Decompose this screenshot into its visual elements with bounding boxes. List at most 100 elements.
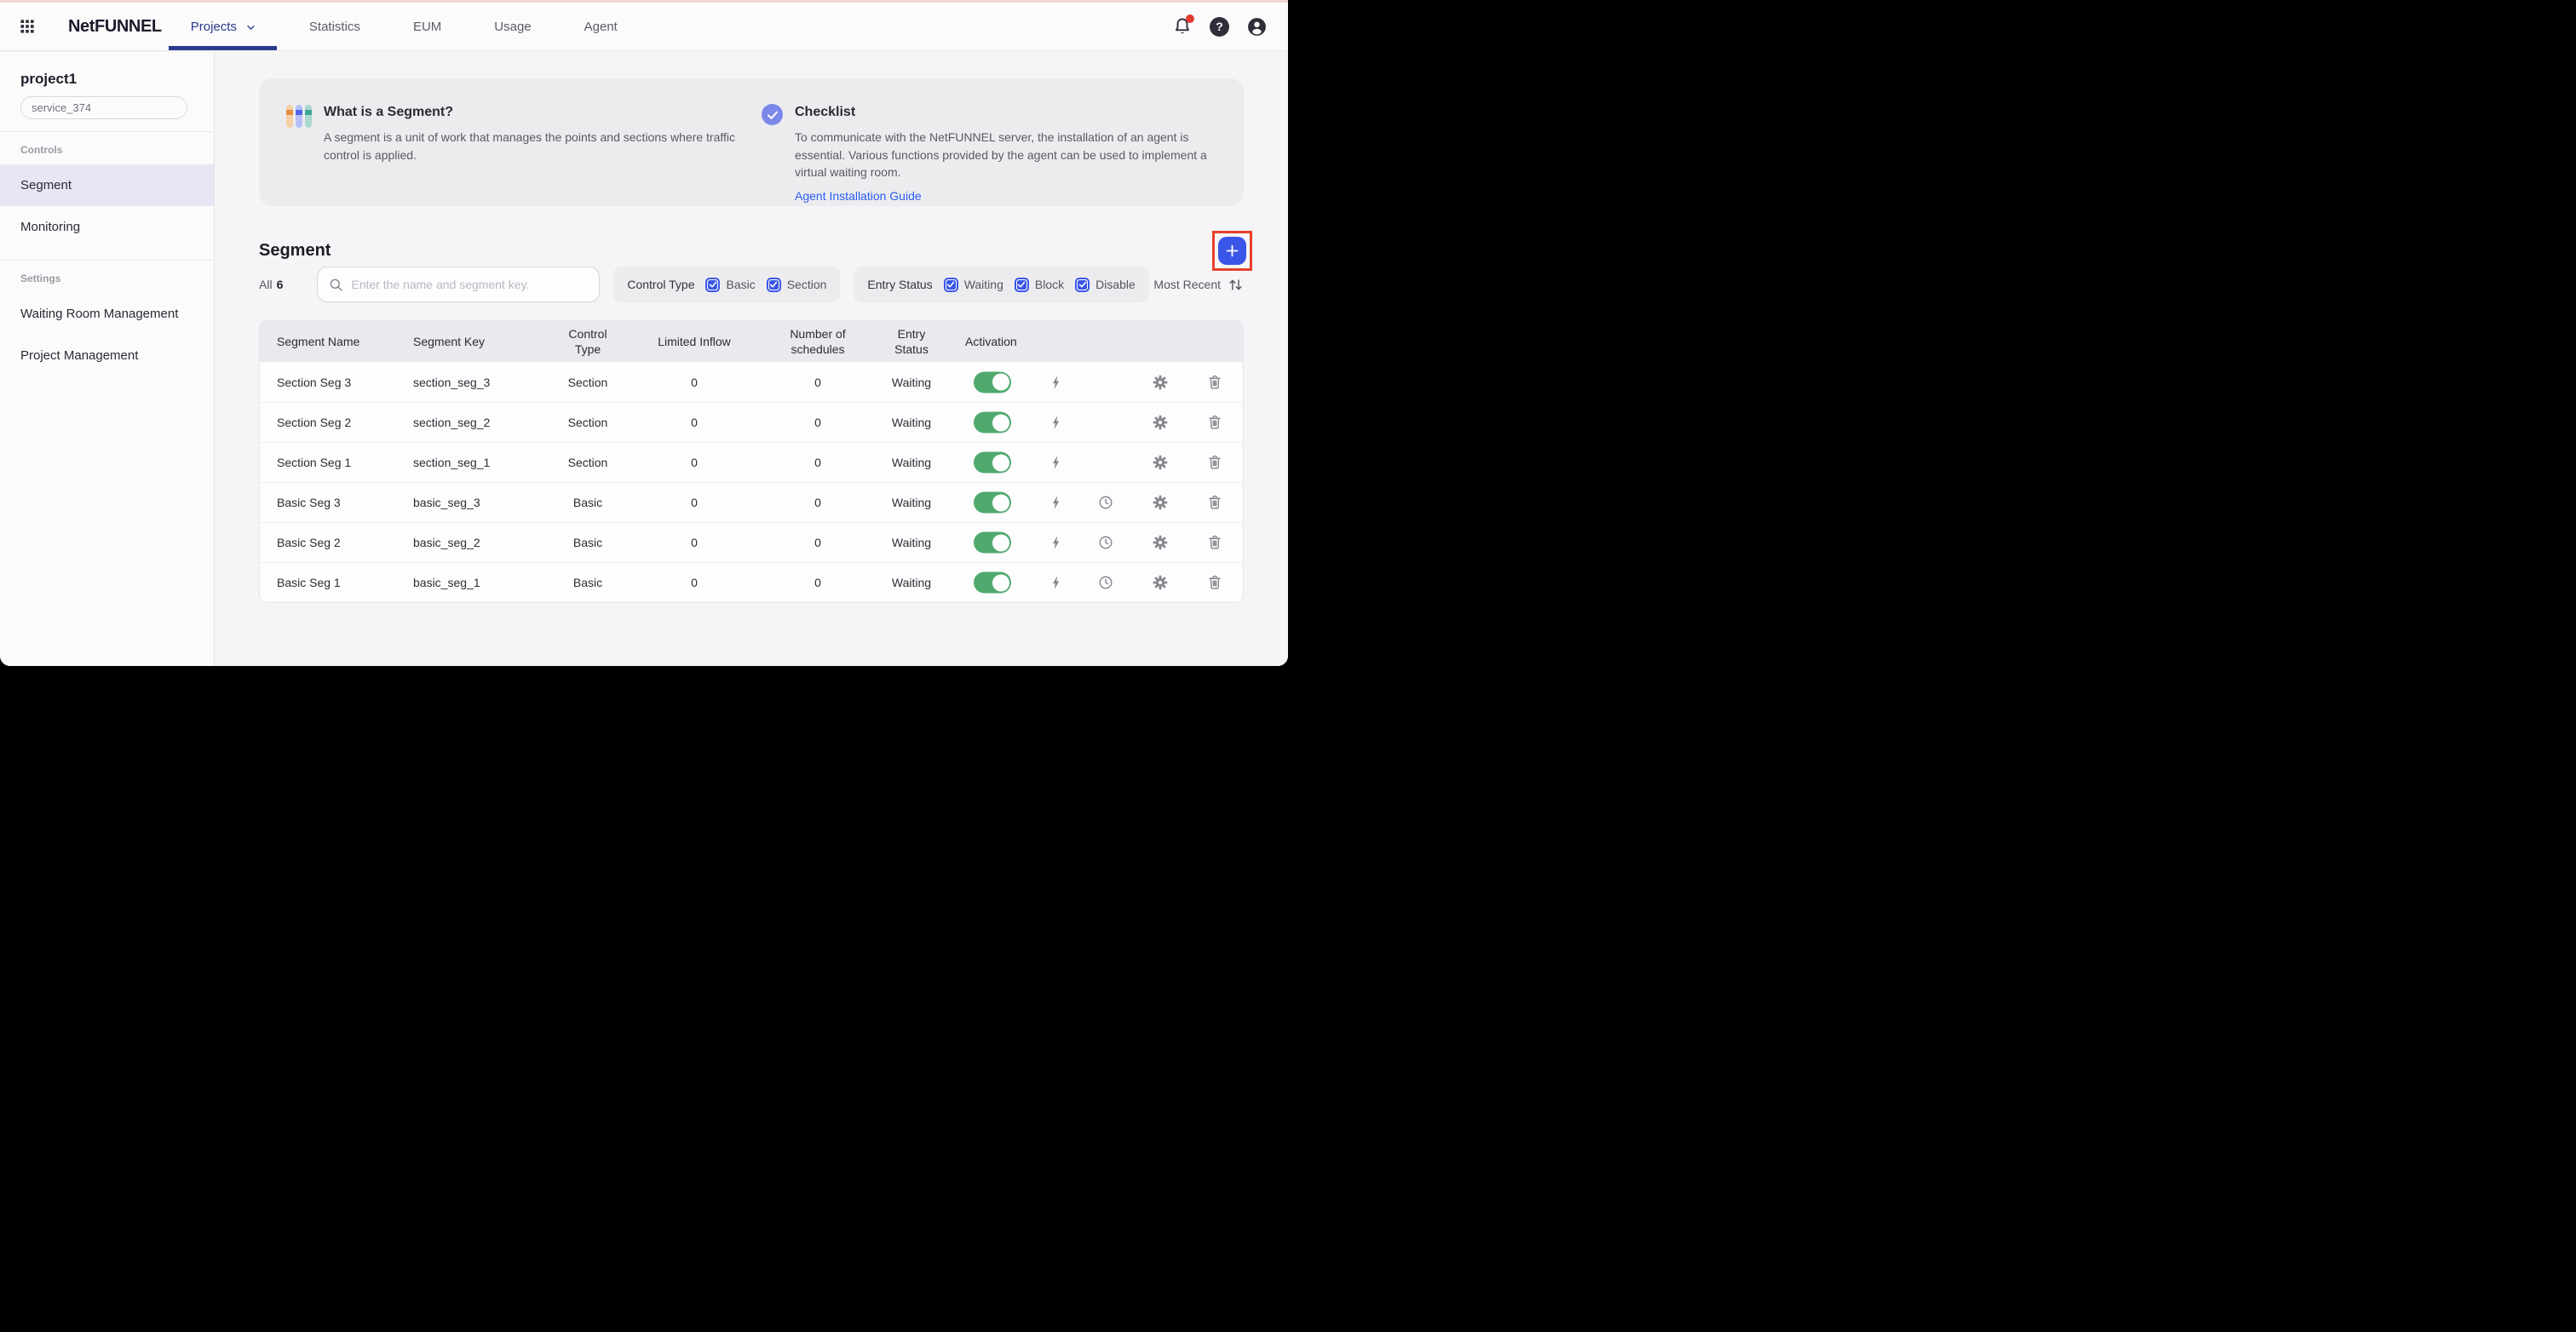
- checkbox-icon: [944, 278, 958, 292]
- sidebar-section-settings: Settings: [20, 273, 193, 284]
- limited-inflow: 0: [635, 376, 754, 389]
- col-number-of-schedules: Number of schedules: [754, 326, 882, 357]
- schedule-clock-icon[interactable]: [1097, 574, 1114, 591]
- quick-control-icon[interactable]: [1048, 494, 1065, 511]
- checkbox-icon: [1075, 278, 1090, 292]
- apps-grid-icon[interactable]: [19, 18, 36, 35]
- activation-toggle[interactable]: [974, 572, 1011, 594]
- notifications-bell-icon[interactable]: [1172, 16, 1193, 37]
- sidebar-item-segment[interactable]: Segment: [0, 164, 214, 206]
- settings-gear-icon[interactable]: [1152, 534, 1169, 551]
- sidebar-item-waiting-room-management[interactable]: Waiting Room Management: [0, 293, 214, 335]
- nav-tabs: Projects Statistics EUM Usage Agent: [191, 3, 618, 50]
- sort-label: Most Recent: [1153, 278, 1221, 291]
- quick-control-icon[interactable]: [1048, 414, 1065, 431]
- quick-control-icon[interactable]: [1048, 454, 1065, 471]
- checkbox-disable[interactable]: Disable: [1075, 278, 1136, 292]
- sort-arrows-icon: [1228, 277, 1244, 293]
- sidebar-section-controls: Controls: [20, 144, 193, 156]
- quick-control-icon[interactable]: [1048, 574, 1065, 591]
- agent-installation-guide-link[interactable]: Agent Installation Guide: [795, 189, 922, 203]
- sidebar-divider: [0, 260, 214, 261]
- add-segment-button[interactable]: [1218, 237, 1246, 265]
- activation-toggle[interactable]: [974, 371, 1011, 393]
- segment-key: section_seg_1: [413, 456, 541, 469]
- plus-icon: [1224, 243, 1240, 259]
- chevron-down-icon: [245, 22, 256, 33]
- activation-toggle[interactable]: [974, 532, 1011, 554]
- entry-status: Waiting: [882, 576, 941, 589]
- activation-toggle[interactable]: [974, 452, 1011, 474]
- tab-eum[interactable]: EUM: [413, 3, 441, 50]
- sidebar-item-label: Waiting Room Management: [20, 307, 178, 321]
- checkbox-section[interactable]: Section: [767, 278, 827, 292]
- checkbox-basic[interactable]: Basic: [705, 278, 755, 292]
- delete-trash-icon[interactable]: [1206, 374, 1223, 391]
- control-type: Section: [541, 456, 635, 469]
- sidebar-item-monitoring[interactable]: Monitoring: [0, 206, 214, 248]
- sort-control[interactable]: Most Recent: [1153, 277, 1244, 293]
- schedules-count: 0: [754, 496, 882, 509]
- control-type-filter: Control Type Basic Section: [613, 267, 840, 302]
- checkbox-block[interactable]: Block: [1015, 278, 1064, 292]
- entry-status: Waiting: [882, 536, 941, 549]
- delete-trash-icon[interactable]: [1206, 534, 1223, 551]
- tab-usage[interactable]: Usage: [494, 3, 531, 50]
- delete-trash-icon[interactable]: [1206, 494, 1223, 511]
- settings-gear-icon[interactable]: [1152, 574, 1169, 591]
- col-control-type: Control Type: [541, 326, 635, 357]
- all-count: All6: [259, 278, 283, 291]
- control-type: Section: [541, 376, 635, 389]
- activation-cell: [941, 483, 1243, 522]
- delete-trash-icon[interactable]: [1206, 574, 1223, 591]
- segment-bars-icon: [286, 105, 312, 182]
- col-segment-key: Segment Key: [413, 335, 541, 348]
- project-name: project1: [20, 71, 193, 88]
- control-type: Basic: [541, 576, 635, 589]
- col-entry-status: Entry Status: [882, 326, 941, 357]
- sidebar-item-label: Segment: [20, 178, 72, 192]
- activation-toggle[interactable]: [974, 412, 1011, 433]
- tab-projects[interactable]: Projects: [191, 3, 256, 50]
- settings-gear-icon[interactable]: [1152, 454, 1169, 471]
- tab-label: Projects: [191, 20, 237, 34]
- schedule-clock-icon[interactable]: [1097, 494, 1114, 511]
- delete-trash-icon[interactable]: [1206, 454, 1223, 471]
- quick-control-icon[interactable]: [1048, 534, 1065, 551]
- activation-toggle[interactable]: [974, 492, 1011, 514]
- search-input[interactable]: [351, 278, 589, 291]
- limited-inflow: 0: [635, 576, 754, 589]
- settings-gear-icon[interactable]: [1152, 494, 1169, 511]
- schedules-count: 0: [754, 536, 882, 549]
- tab-label: Statistics: [309, 20, 360, 34]
- segment-key: section_seg_3: [413, 376, 541, 389]
- segment-name: Section Seg 3: [277, 376, 413, 389]
- col-limited-inflow: Limited Inflow: [635, 335, 754, 348]
- schedule-clock-icon[interactable]: [1097, 534, 1114, 551]
- segment-key: basic_seg_1: [413, 576, 541, 589]
- checkbox-waiting[interactable]: Waiting: [944, 278, 1003, 292]
- checkbox-icon: [705, 278, 720, 292]
- quick-control-icon[interactable]: [1048, 374, 1065, 391]
- tab-statistics[interactable]: Statistics: [309, 3, 360, 50]
- checklist-text: Checklist To communicate with the NetFUN…: [795, 102, 1214, 182]
- schedules-count: 0: [754, 376, 882, 389]
- settings-gear-icon[interactable]: [1152, 414, 1169, 431]
- service-select[interactable]: service_374: [20, 96, 187, 119]
- segment-name: Section Seg 2: [277, 416, 413, 429]
- table-row: Basic Seg 3 basic_seg_3 Basic 0 0 Waitin…: [260, 482, 1243, 522]
- account-avatar-icon[interactable]: [1246, 16, 1268, 37]
- sidebar-item-project-management[interactable]: Project Management: [0, 335, 214, 376]
- notification-badge: [1186, 14, 1194, 23]
- banner-title: Checklist: [795, 105, 1214, 120]
- activation-cell: [941, 443, 1243, 482]
- tab-agent[interactable]: Agent: [584, 3, 618, 50]
- help-icon[interactable]: ?: [1210, 17, 1229, 37]
- settings-gear-icon[interactable]: [1152, 374, 1169, 391]
- segment-name: Section Seg 1: [277, 456, 413, 469]
- sidebar-divider: [0, 131, 214, 132]
- tab-label: EUM: [413, 20, 441, 34]
- sidebar-item-label: Project Management: [20, 348, 138, 363]
- delete-trash-icon[interactable]: [1206, 414, 1223, 431]
- annotation-highlight: [1212, 231, 1252, 271]
